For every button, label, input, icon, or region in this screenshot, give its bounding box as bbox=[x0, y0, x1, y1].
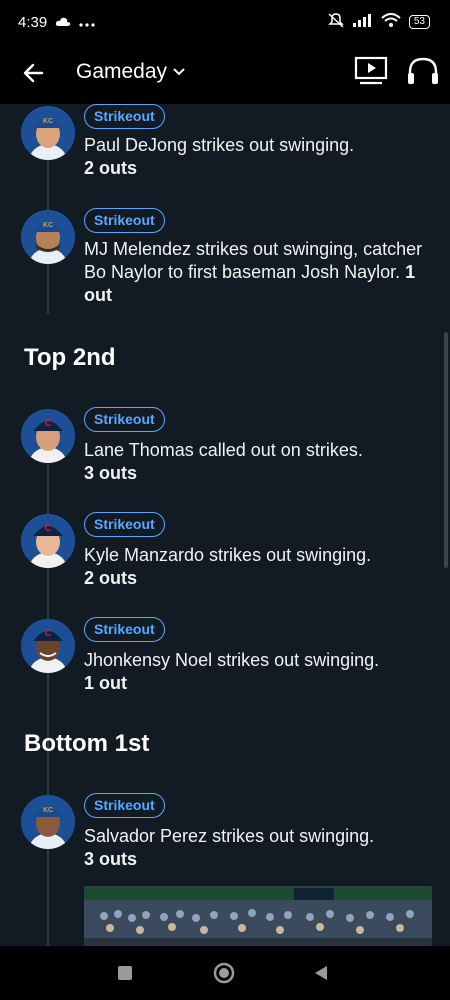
play-type-badge: Strikeout bbox=[84, 793, 165, 818]
svg-text:C: C bbox=[45, 523, 52, 533]
play-type-badge: Strikeout bbox=[84, 617, 165, 642]
svg-text:KC: KC bbox=[43, 807, 53, 814]
inning-header-bottom-1st: Bottom 1st bbox=[24, 730, 150, 757]
outs-count: 3 outs bbox=[84, 849, 138, 869]
player-avatar: C bbox=[21, 514, 75, 568]
signal-icon bbox=[352, 13, 373, 31]
cloud-icon bbox=[55, 14, 71, 31]
timeline-line bbox=[47, 849, 49, 946]
play-text: Paul DeJong strikes out swinging. bbox=[84, 135, 355, 155]
player-avatar: KC bbox=[21, 210, 75, 264]
play-text: Lane Thomas called out on strikes. bbox=[84, 440, 363, 460]
circle-icon bbox=[213, 962, 235, 984]
outs-count: 3 outs bbox=[84, 463, 138, 483]
play-text: Salvador Perez strikes out swinging. bbox=[84, 826, 375, 846]
page-title: Gameday bbox=[76, 60, 168, 83]
video-button[interactable] bbox=[354, 56, 388, 90]
mute-icon bbox=[327, 12, 345, 32]
gameday-dropdown[interactable]: Gameday bbox=[76, 60, 185, 84]
play-text: MJ Melendez strikes out swinging, catche… bbox=[84, 239, 423, 282]
play-description: Paul DeJong strikes out swinging. 2 outs bbox=[84, 134, 434, 180]
player-avatar: C bbox=[21, 409, 75, 463]
play-text: Kyle Manzardo strikes out swinging. bbox=[84, 545, 372, 565]
back-arrow-icon bbox=[23, 63, 44, 83]
system-back-button[interactable] bbox=[308, 960, 334, 986]
play-description: Lane Thomas called out on strikes. 3 out… bbox=[84, 439, 434, 485]
play-description: MJ Melendez strikes out swinging, catche… bbox=[84, 238, 434, 307]
play-type-badge: Strikeout bbox=[84, 104, 165, 129]
play-type-badge: Strikeout bbox=[84, 407, 165, 432]
square-icon bbox=[118, 966, 132, 980]
inning-header-top-2nd: Top 2nd bbox=[24, 344, 116, 371]
wifi-icon bbox=[381, 13, 401, 31]
play-description: Salvador Perez strikes out swinging. 3 o… bbox=[84, 825, 434, 871]
home-button[interactable] bbox=[211, 960, 237, 986]
scrollbar[interactable] bbox=[444, 332, 448, 568]
outs-count: 2 outs bbox=[84, 568, 138, 588]
more-notifications-icon bbox=[79, 14, 95, 31]
svg-text:KC: KC bbox=[43, 118, 53, 125]
svg-text:KC: KC bbox=[43, 222, 53, 229]
app-bar: Gameday bbox=[0, 44, 450, 104]
status-bar: 4:39 53 bbox=[0, 0, 450, 44]
recent-apps-button[interactable] bbox=[112, 960, 138, 986]
audio-button[interactable] bbox=[406, 56, 442, 92]
play-text: Jhonkensy Noel strikes out swinging. bbox=[84, 650, 380, 670]
svg-text:C: C bbox=[45, 628, 52, 638]
play-video-thumbnail[interactable] bbox=[84, 886, 432, 946]
system-nav-bar bbox=[0, 946, 450, 1000]
outs-count: 2 outs bbox=[84, 158, 138, 178]
status-time: 4:39 bbox=[18, 13, 48, 31]
triangle-back-icon bbox=[315, 966, 327, 980]
play-description: Jhonkensy Noel strikes out swinging. 1 o… bbox=[84, 649, 434, 695]
headphones-icon bbox=[408, 57, 438, 84]
tv-play-icon bbox=[354, 56, 388, 85]
player-avatar: C bbox=[21, 619, 75, 673]
outs-count: 1 out bbox=[84, 673, 127, 693]
player-avatar: KC bbox=[21, 795, 75, 849]
play-description: Kyle Manzardo strikes out swinging. 2 ou… bbox=[84, 544, 434, 590]
back-button[interactable] bbox=[18, 58, 48, 88]
play-type-badge: Strikeout bbox=[84, 208, 165, 233]
player-avatar: KC bbox=[21, 106, 75, 160]
play-type-badge: Strikeout bbox=[84, 512, 165, 537]
svg-text:C: C bbox=[45, 418, 52, 428]
chevron-down-icon bbox=[173, 68, 185, 76]
play-feed[interactable]: KC Strikeout Paul DeJong strikes out swi… bbox=[0, 104, 450, 946]
battery-indicator: 53 bbox=[408, 15, 430, 29]
